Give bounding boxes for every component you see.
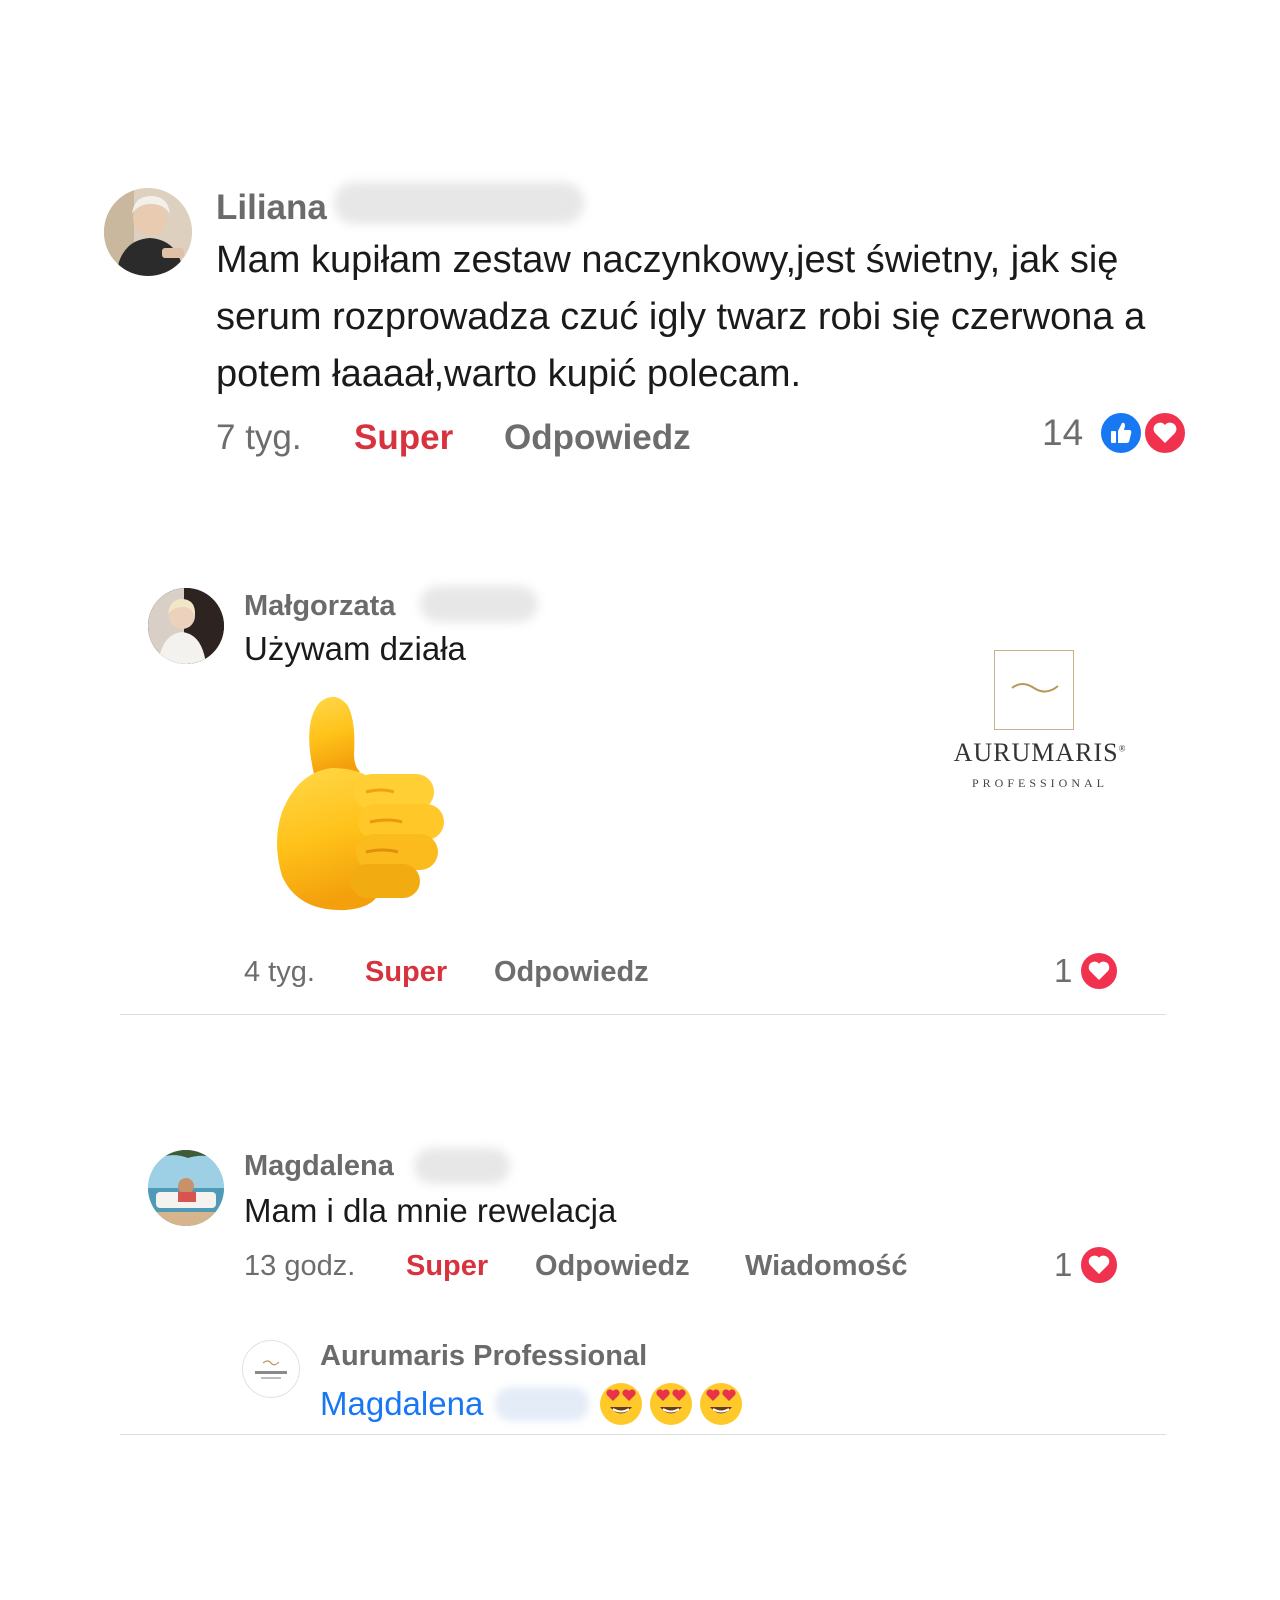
like-icon[interactable]: [1098, 410, 1144, 456]
comment-actions: 4 tyg. Super Odpowiedz: [244, 956, 649, 989]
reply-author[interactable]: Aurumaris Professional: [320, 1340, 647, 1373]
super-button[interactable]: Super: [354, 418, 504, 458]
avatar-photo: [104, 188, 192, 276]
love-icon[interactable]: [1078, 1244, 1120, 1286]
avatar-aurumaris[interactable]: [242, 1340, 300, 1398]
message-button[interactable]: Wiadomość: [745, 1250, 908, 1283]
blurred-surname: [334, 182, 584, 224]
heart-eyes-emoji: [649, 1382, 693, 1426]
thumbs-up-sticker[interactable]: [262, 692, 448, 916]
aurumaris-logo: AURUMARIS® PROFESSIONAL: [950, 650, 1130, 800]
blurred-mention: [495, 1387, 590, 1421]
love-icon[interactable]: [1142, 410, 1188, 456]
avatar-photo: [148, 1150, 224, 1226]
reply-button[interactable]: Odpowiedz: [494, 956, 649, 989]
comment-time: 13 godz.: [244, 1250, 356, 1282]
heart-eyes-emoji: [699, 1382, 743, 1426]
reaction-count[interactable]: 14: [1042, 412, 1083, 454]
comment-text: Mam i dla mnie rewelacja: [244, 1192, 617, 1229]
comment-author[interactable]: Liliana: [216, 188, 327, 228]
comment-author[interactable]: Magdalena: [244, 1150, 394, 1183]
super-button[interactable]: Super: [406, 1250, 535, 1283]
comment-text: Używam działa: [244, 630, 466, 667]
mention-link[interactable]: Magdalena: [320, 1385, 483, 1423]
logo-tagline: PROFESSIONAL: [971, 776, 1109, 790]
avatar-magdalena[interactable]: [148, 1150, 224, 1226]
heart-eyes-emoji: [599, 1382, 643, 1426]
comment-time: 4 tyg.: [244, 956, 315, 988]
reaction-count[interactable]: 1: [1054, 952, 1072, 990]
avatar-liliana[interactable]: [104, 188, 192, 276]
reaction-count[interactable]: 1: [1054, 1246, 1072, 1284]
reply-button[interactable]: Odpowiedz: [504, 418, 691, 458]
avatar-malgorzata[interactable]: [148, 588, 224, 664]
comment-divider: [120, 1014, 1166, 1015]
comment-author[interactable]: Małgorzata: [244, 590, 395, 623]
avatar-photo: [148, 588, 224, 664]
logo-registered: ®: [1118, 743, 1127, 754]
comment-divider: [120, 1434, 1166, 1435]
logo-frame: [994, 650, 1074, 730]
comment-actions: 13 godz. Super Odpowiedz Wiadomość: [244, 1250, 908, 1283]
comment-text: Mam kupiłam zestaw naczynkowy,jest świet…: [216, 239, 1146, 395]
comment-actions: 7 tyg. Super Odpowiedz: [216, 418, 691, 458]
comment-time: 7 tyg.: [216, 418, 302, 457]
reply-body: Magdalena: [320, 1380, 743, 1428]
logo-wordmark: AURUMARIS: [953, 738, 1119, 767]
love-icon[interactable]: [1078, 950, 1120, 992]
super-button[interactable]: Super: [365, 956, 494, 989]
brand-logo-icon: [255, 1360, 287, 1379]
blurred-surname: [414, 1148, 510, 1184]
reply-button[interactable]: Odpowiedz: [535, 1250, 745, 1283]
blurred-surname: [420, 586, 538, 622]
